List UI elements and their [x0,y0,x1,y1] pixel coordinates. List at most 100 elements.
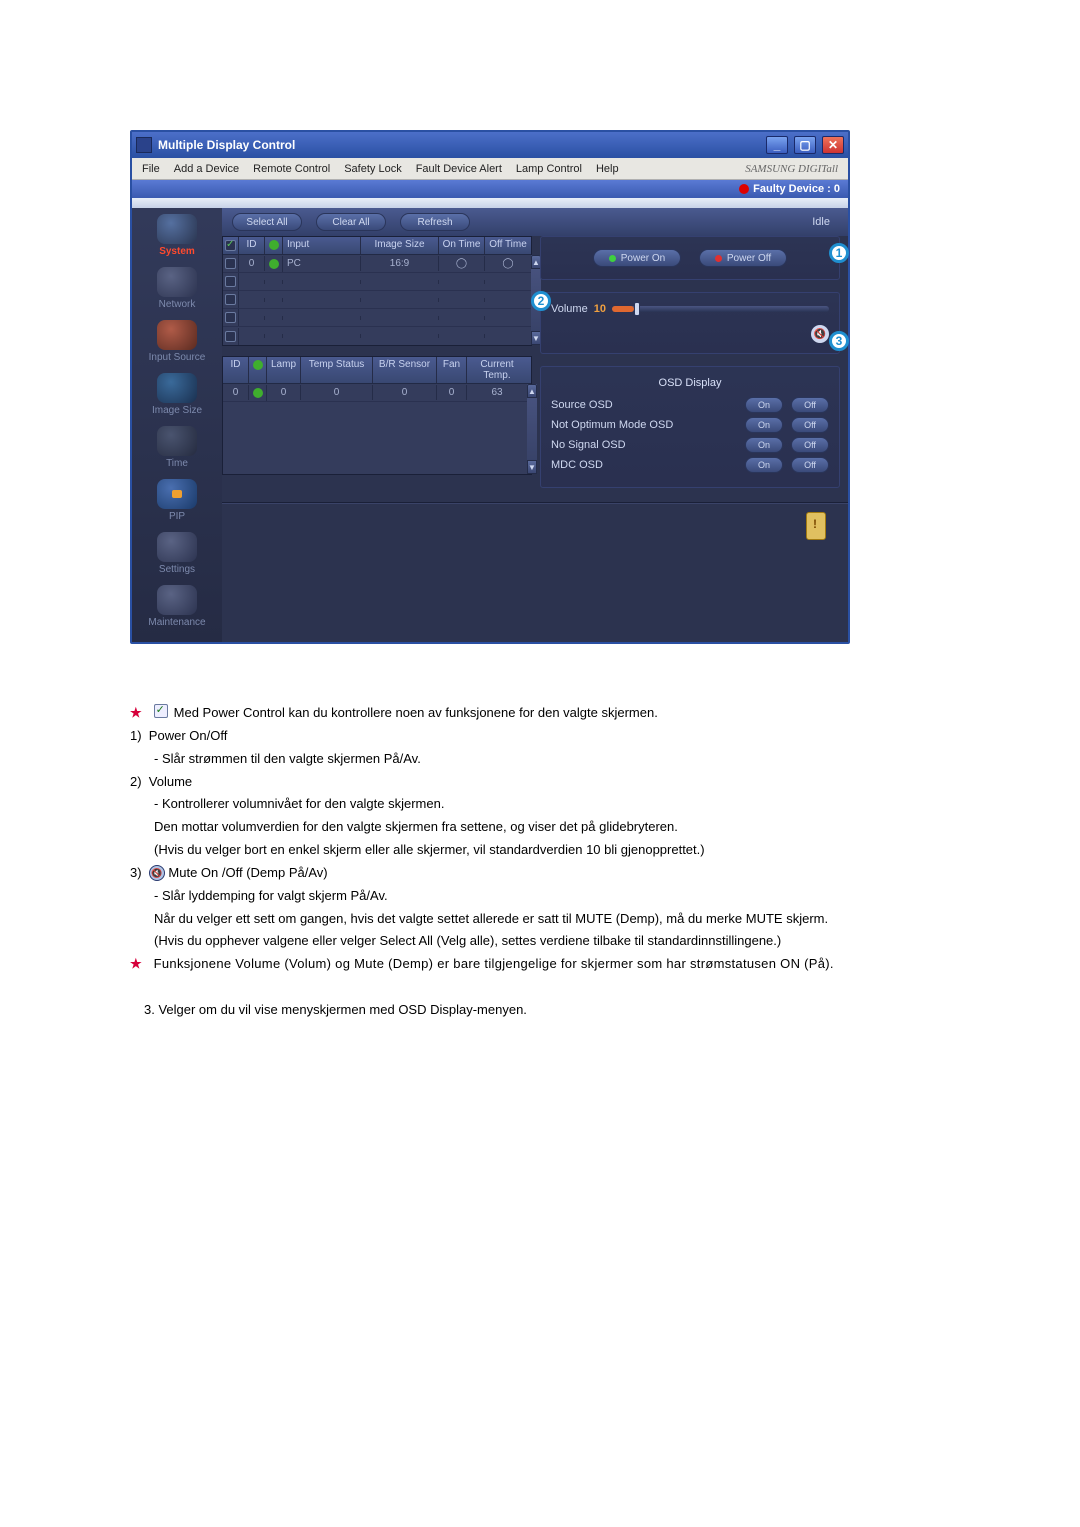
row-checkbox[interactable] [225,294,236,305]
callout-1: 1 [829,243,849,263]
desc-footer: 3. Velger om du vil vise menyskjermen me… [144,1001,990,1020]
row-checkbox[interactable] [225,312,236,323]
menu-help[interactable]: Help [596,163,619,175]
callout-2: 2 [531,291,551,311]
row-checkbox[interactable] [225,331,236,342]
sidebar-item-network[interactable]: Network [140,267,214,310]
volume-slider[interactable] [612,306,829,312]
settings-icon [157,532,197,562]
hint-icon[interactable] [806,512,826,540]
sidebar-item-system[interactable]: System [140,214,214,257]
volume-panel: Volume 10 🔇 2 3 [540,292,840,354]
osd-row-not-optimum: Not Optimum Mode OSD On Off [551,417,829,433]
cell-temp-status: 0 [301,385,373,400]
col-fan: Fan [437,357,467,383]
sidebar-item-maintenance[interactable]: Maintenance [140,585,214,628]
not-optimum-osd-on[interactable]: On [745,417,783,433]
sidebar-item-pip[interactable]: PIP [140,479,214,522]
osd-row-no-signal: No Signal OSD On Off [551,437,829,453]
menu-remote-control[interactable]: Remote Control [253,163,330,175]
osd-panel: OSD Display Source OSDOnOff Not Optimum … [540,366,840,488]
cell-input: PC [283,256,361,271]
mdc-osd-on[interactable]: On [745,457,783,473]
table-row[interactable]: 0 PC 16:9 ◯ ◯ [223,255,531,273]
col-br-sensor: B/R Sensor [373,357,437,383]
source-osd-on[interactable]: On [745,397,783,413]
no-signal-osd-off[interactable]: Off [791,437,829,453]
desc-h2c: (Hvis du velger bort en enkel skjerm ell… [154,841,990,860]
power-off-label: Power Off [727,253,771,264]
power-panel: Power On Power Off 1 [540,236,840,280]
sidebar-item-input-source[interactable]: Input Source [140,320,214,363]
osd-label: MDC OSD [551,459,737,471]
sidebar-item-time[interactable]: Time [140,426,214,469]
star-icon: ★ [130,955,142,974]
clear-all-button[interactable]: Clear All [316,213,386,231]
faulty-device-label: Faulty Device : 0 [753,183,840,195]
osd-row-source: Source OSDOnOff [551,397,829,413]
pip-icon [157,479,197,509]
osd-row-mdc: MDC OSD On Off [551,457,829,473]
devices-table: ID Input Image Size On Time Off Time [222,236,532,346]
table-scrollbar[interactable]: ▲▼ [527,384,537,474]
desc-h3a: - Slår lyddemping for valgt skjerm På/Av… [154,887,990,906]
volume-label: Volume [551,303,588,315]
input-source-icon [157,320,197,350]
menu-file[interactable]: File [142,163,160,175]
osd-label: Not Optimum Mode OSD [551,419,737,431]
power-on-icon [609,255,616,262]
select-all-button[interactable]: Select All [232,213,302,231]
no-signal-osd-on[interactable]: On [745,437,783,453]
header-checkbox[interactable] [225,240,236,251]
col-lamp: Lamp [267,357,301,383]
menu-add-device[interactable]: Add a Device [174,163,239,175]
mute-icon[interactable]: 🔇 [811,325,829,343]
num-1: 1) [130,728,142,743]
table-row[interactable]: 0 0 0 0 0 63 [223,384,527,402]
refresh-button[interactable]: Refresh [400,213,470,231]
menu-lamp-control[interactable]: Lamp Control [516,163,582,175]
osd-label: No Signal OSD [551,439,737,451]
cell-on-time: ◯ [439,256,485,271]
col-off-time: Off Time [485,237,531,254]
desc-note: Funksjonene Volume (Volum) og Mute (Demp… [154,955,834,974]
mdc-osd-off[interactable]: Off [791,457,829,473]
power-on-button[interactable]: Power On [593,249,681,267]
faulty-icon [739,184,749,194]
status-led-icon [269,259,279,269]
app-icon [136,137,152,153]
window-title: Multiple Display Control [158,138,295,152]
source-osd-off[interactable]: Off [791,397,829,413]
sidebar-item-settings[interactable]: Settings [140,532,214,575]
sidebar-label: Image Size [152,405,202,416]
time-icon [157,426,197,456]
desc-h3c: (Hvis du opphever valgene eller velger S… [154,932,990,951]
menu-fault-device-alert[interactable]: Fault Device Alert [416,163,502,175]
not-optimum-osd-off[interactable]: Off [791,417,829,433]
sidebar-label: Settings [159,564,195,575]
checkbox-icon [154,704,168,718]
col-id: ID [239,237,265,254]
col-image-size: Image Size [361,237,439,254]
sidebar-label: Maintenance [148,617,205,628]
row-checkbox[interactable] [225,258,236,269]
power-on-label: Power On [621,253,665,264]
cell-br: 0 [373,385,437,400]
col-temp-status: Temp Status [301,357,373,383]
minimize-button[interactable]: _ [766,136,788,154]
menu-safety-lock[interactable]: Safety Lock [344,163,401,175]
sidebar-item-image-size[interactable]: Image Size [140,373,214,416]
cell-off-time: ◯ [485,256,531,271]
row-checkbox[interactable] [225,276,236,287]
close-button[interactable]: ✕ [822,136,844,154]
sidebar-label: Network [159,299,196,310]
maximize-button[interactable]: ▢ [794,136,816,154]
col-on-time: On Time [439,237,485,254]
sidebar-label: Input Source [149,352,206,363]
app-window: Multiple Display Control _ ▢ ✕ File Add … [130,130,850,644]
cell-id: 0 [223,385,249,400]
power-off-button[interactable]: Power Off [699,249,787,267]
callout-3: 3 [829,331,849,351]
cell-lamp: 0 [267,385,301,400]
slider-thumb[interactable] [634,302,640,316]
